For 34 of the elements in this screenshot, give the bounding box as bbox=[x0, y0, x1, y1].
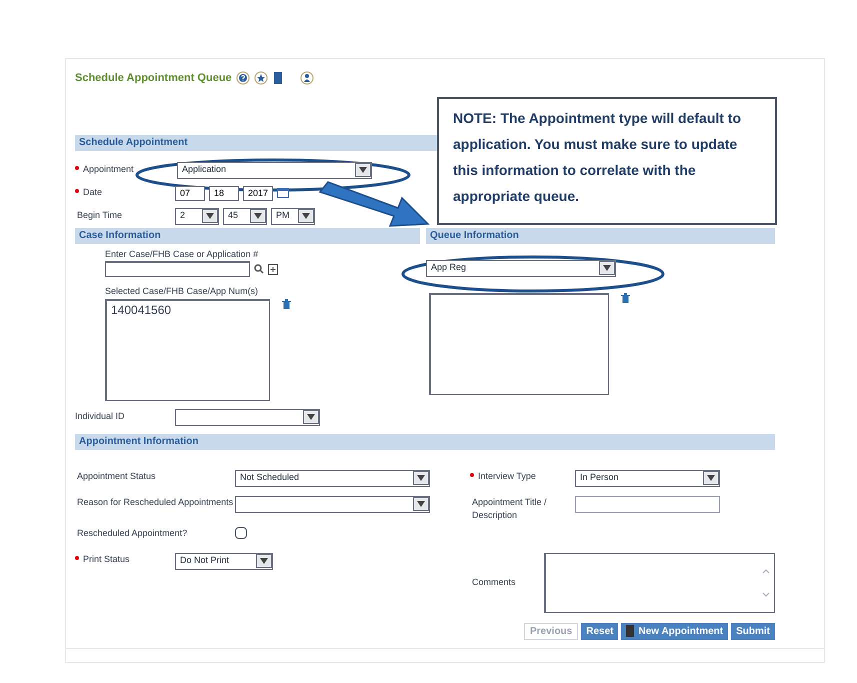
field-label: Individual ID bbox=[75, 410, 126, 424]
select-field[interactable]: Application bbox=[177, 162, 372, 178]
field-label: Selected Case/FHB Case/App Num(s) bbox=[105, 285, 260, 298]
field-label: Appointment Status bbox=[76, 470, 157, 483]
section-header: Case Information bbox=[75, 228, 420, 244]
date-field[interactable]: 18 bbox=[209, 186, 239, 200]
select-field[interactable]: 45 bbox=[223, 208, 267, 224]
case-number[interactable]: 140041560 bbox=[111, 300, 269, 318]
field-label: Appointment bbox=[75, 163, 175, 177]
field-label: Interview Type bbox=[470, 470, 575, 483]
select-field[interactable]: Do Not Print bbox=[175, 552, 273, 570]
page-title: Schedule Appointment Queue bbox=[75, 71, 232, 86]
select-field[interactable]: 2 bbox=[175, 208, 219, 224]
selected-cases-list[interactable]: 140041560 bbox=[105, 298, 270, 400]
form-button[interactable]: Reset bbox=[581, 622, 618, 640]
date-field[interactable]: 07 bbox=[175, 186, 205, 200]
field-label: Appointment Title / Description bbox=[471, 496, 548, 522]
field-label: Comments bbox=[471, 576, 517, 589]
field-label: Date bbox=[75, 186, 175, 200]
select-field[interactable]: App Reg bbox=[426, 260, 616, 276]
field-label: Rescheduled Appointment? bbox=[76, 526, 188, 540]
select-field[interactable]: PM bbox=[271, 208, 315, 224]
section-header: Appointment Information bbox=[75, 434, 775, 450]
select-field[interactable]: Not Scheduled bbox=[235, 470, 430, 486]
note-callout: NOTE: The Appointment type will default to application. You must make sure to update this information to correlate with the appropriate queue. bbox=[437, 97, 777, 225]
field-label: Begin Time bbox=[76, 209, 124, 222]
select-field[interactable]: In Person bbox=[575, 470, 720, 486]
field-label: Print Status bbox=[75, 552, 175, 566]
section-header: Queue Information bbox=[426, 228, 775, 244]
field-label: Reason for Rescheduled Appointments bbox=[76, 496, 234, 509]
field-label: Enter Case/FHB Case or Application # bbox=[105, 248, 260, 261]
date-field[interactable]: 2017 bbox=[243, 186, 273, 200]
form-button[interactable]: New Appointment bbox=[621, 622, 728, 640]
form-button[interactable]: Submit bbox=[731, 622, 775, 640]
